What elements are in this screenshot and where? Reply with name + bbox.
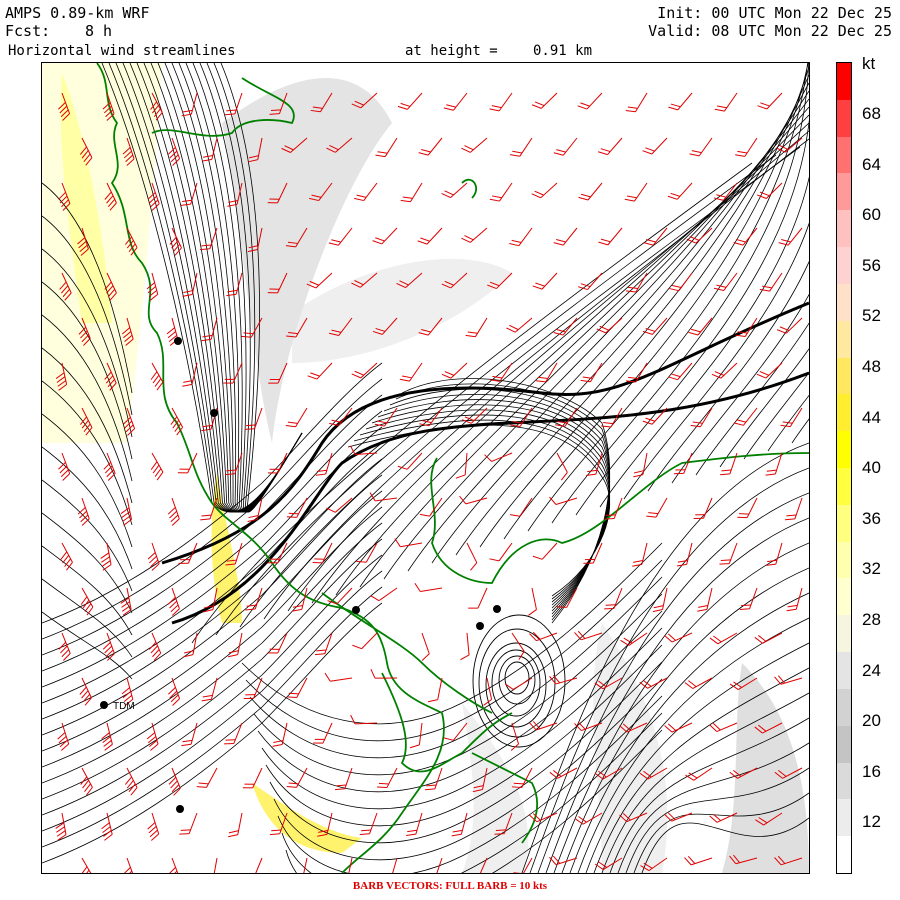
- colorbar-segment: [837, 63, 851, 101]
- colorbar-segment: [837, 836, 851, 874]
- colorbar-segment: [837, 394, 851, 432]
- valid-time: Valid: 08 UTC Mon 22 Dec 25: [648, 22, 892, 40]
- colorbar-segment: [837, 431, 851, 469]
- colorbar-segment: [837, 99, 851, 138]
- colorbar-tick-label: 36: [862, 508, 881, 528]
- colorbar: [836, 62, 852, 874]
- station-label-tdm: TDM: [113, 701, 135, 712]
- init-time: Init: 00 UTC Mon 22 Dec 25: [657, 4, 892, 22]
- height-label: at height =: [405, 43, 498, 59]
- colorbar-tick-label: 56: [862, 255, 881, 275]
- colorbar-segment: [837, 136, 851, 174]
- colorbar-tick-label: 32: [862, 559, 881, 579]
- colorbar-segment: [837, 762, 851, 800]
- colorbar-tick-label: 20: [862, 711, 881, 731]
- colorbar-unit: kt: [862, 54, 876, 73]
- colorbar-tick-label: 48: [862, 357, 881, 376]
- forecast-label: Fcst:: [5, 22, 51, 40]
- barb-legend: BARB VECTORS: FULL BARB = 10 kts: [352, 880, 548, 892]
- colorbar-tick-label: 64: [862, 154, 881, 174]
- colorbar-segment: [837, 541, 851, 579]
- colorbar-tick-label: 52: [862, 306, 881, 326]
- colorbar-tick-label: 68: [862, 104, 881, 123]
- colorbar-tick-label: 28: [862, 610, 881, 629]
- colorbar-tick-label: 16: [862, 761, 881, 781]
- colorbar-segment: [837, 688, 851, 727]
- field-title: Horizontal wind streamlines: [8, 43, 236, 59]
- colorbar-segment: [837, 725, 851, 764]
- colorbar-segment: [837, 504, 851, 543]
- colorbar-segment: [837, 210, 851, 248]
- coastline: [96, 63, 809, 873]
- height-value: 0.91 km: [533, 43, 593, 59]
- colorbar-tick-label: 24: [862, 660, 881, 680]
- colorbar-segment: [837, 173, 851, 211]
- colorbar-segment: [837, 615, 851, 653]
- colorbar-tick-label: 40: [862, 458, 881, 478]
- colorbar-segment: [837, 247, 851, 285]
- forecast-hours: 8 h: [85, 22, 113, 40]
- colorbar-segment: [837, 799, 851, 837]
- colorbar-tick-label: 60: [862, 205, 881, 225]
- colorbar-tick-label: 44: [862, 407, 881, 427]
- model-title: AMPS 0.89-km WRF: [5, 4, 150, 22]
- colorbar-segment: [837, 283, 851, 322]
- colorbar-segment: [837, 578, 851, 616]
- colorbar-segment: [837, 468, 851, 506]
- colorbar-segment: [837, 652, 851, 690]
- wind-map: TDM: [41, 62, 810, 874]
- colorbar-segment: [837, 357, 851, 395]
- station-markers: [100, 337, 501, 813]
- colorbar-segment: [837, 320, 851, 359]
- colorbar-tick-label: 12: [862, 812, 881, 832]
- wind-barbs: [55, 92, 803, 873]
